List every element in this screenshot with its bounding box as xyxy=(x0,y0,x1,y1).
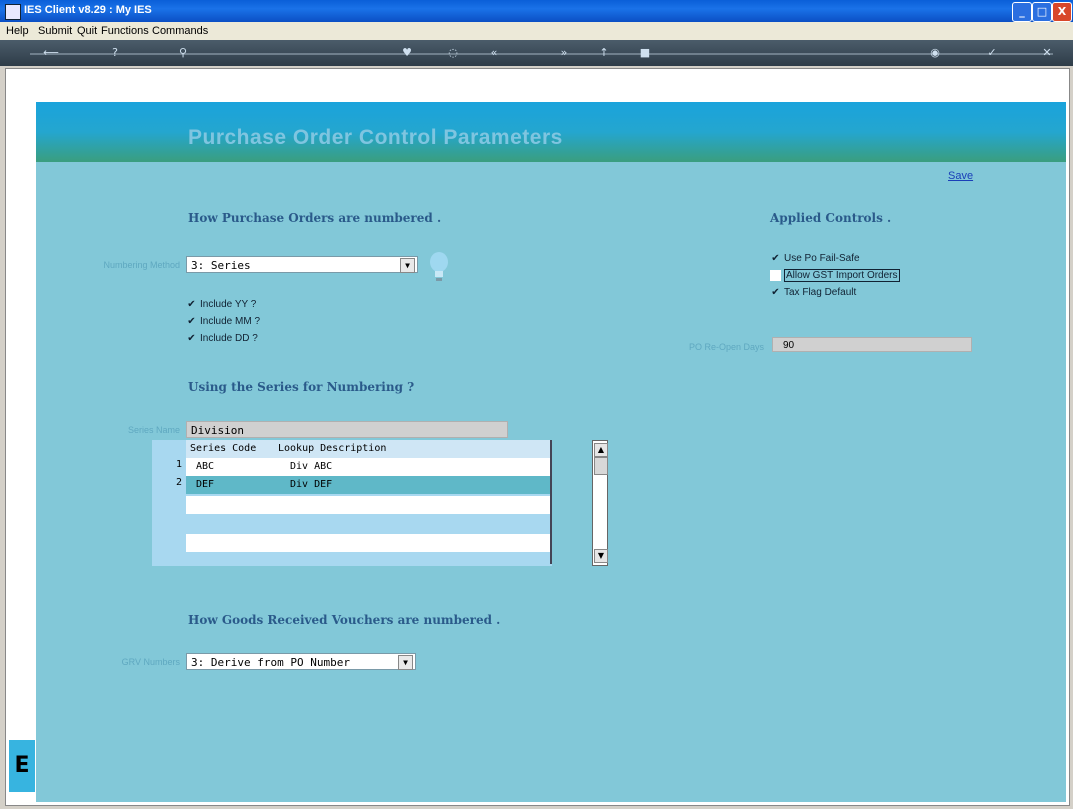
heart-icon[interactable]: ♥ xyxy=(400,47,414,59)
scroll-thumb[interactable] xyxy=(594,457,608,475)
grv-heading: How Goods Received Vouchers are numbered… xyxy=(188,613,501,627)
save-link[interactable]: Save xyxy=(948,170,973,182)
check-icon[interactable]: ✓ xyxy=(985,47,999,59)
page-title: Purchase Order Control Parameters xyxy=(188,126,563,149)
row-number: 1 xyxy=(175,459,182,470)
minimize-button[interactable]: _ xyxy=(1012,2,1032,22)
include-yy-label: Include YY ? xyxy=(200,299,257,311)
app-icon xyxy=(5,4,21,20)
chevron-down-icon[interactable]: ▼ xyxy=(398,655,413,670)
empty-checkbox-icon xyxy=(770,270,781,281)
series-name-label: Series Name xyxy=(127,425,180,435)
fail-safe-label: Use Po Fail-Safe xyxy=(784,253,860,265)
tax-flag-label: Tax Flag Default xyxy=(784,287,857,299)
include-dd-label: Include DD ? xyxy=(200,333,258,345)
close-icon[interactable]: ✕ xyxy=(1040,47,1054,59)
fail-safe-checkbox[interactable]: ✔ Use Po Fail-Safe xyxy=(770,253,860,265)
menu-commands[interactable]: Commands xyxy=(152,25,208,37)
series-grid-scrollbar[interactable]: ▲ ▼ xyxy=(592,440,608,566)
menu-submit[interactable]: Submit xyxy=(38,25,72,37)
series-name-field[interactable]: Division xyxy=(186,421,508,438)
search-icon[interactable]: ⚲ xyxy=(176,47,190,59)
reopen-days-label: PO Re-Open Days xyxy=(688,342,764,352)
camera-icon[interactable]: ◉ xyxy=(928,47,942,59)
gst-import-checkbox[interactable]: Allow GST Import Orders xyxy=(770,269,900,283)
checkmark-icon: ✔ xyxy=(187,316,196,327)
grv-numbers-label: GRV Numbers xyxy=(121,657,180,667)
series-code-cell: ABC xyxy=(196,461,215,472)
grv-numbers-value: 3: Derive from PO Number xyxy=(191,656,350,669)
checkmark-icon: ✔ xyxy=(771,287,780,298)
include-yy-checkbox[interactable]: ✔ Include YY ? xyxy=(186,299,256,310)
scroll-down-icon[interactable]: ▼ xyxy=(594,549,608,563)
po-numbering-heading: How Purchase Orders are numbered . xyxy=(188,211,442,225)
left-badge[interactable]: E xyxy=(9,740,35,792)
table-row[interactable] xyxy=(186,496,550,514)
numbering-method-select[interactable]: 3: Series ▼ xyxy=(186,256,418,273)
lookup-description-cell: Div ABC xyxy=(290,461,333,472)
series-heading: Using the Series for Numbering ? xyxy=(188,380,415,394)
applied-controls-heading: Applied Controls . xyxy=(770,211,892,225)
scroll-up-icon[interactable]: ▲ xyxy=(594,443,608,457)
row-number: 2 xyxy=(175,477,182,488)
numbering-method-label: Numbering Method xyxy=(103,260,180,270)
series-code-cell: DEF xyxy=(196,479,215,490)
lookup-description-cell: Div DEF xyxy=(290,479,333,490)
help-icon[interactable]: ? xyxy=(108,47,122,59)
window-title: IES Client v8.29 : My IES xyxy=(24,4,152,16)
grv-numbers-select[interactable]: 3: Derive from PO Number ▼ xyxy=(186,653,416,670)
menu-help[interactable]: Help xyxy=(6,25,29,37)
include-dd-checkbox[interactable]: ✔ Include DD ? xyxy=(186,333,258,344)
chevron-down-icon[interactable]: ▼ xyxy=(400,258,415,273)
menu-bar: Help Submit Quit Functions Commands xyxy=(0,22,1073,41)
table-row[interactable]: ABC Div ABC xyxy=(186,458,550,476)
table-row[interactable] xyxy=(186,534,550,552)
rewind-icon[interactable]: « xyxy=(487,47,501,59)
maximize-button[interactable]: □ xyxy=(1032,2,1052,22)
include-mm-checkbox[interactable]: ✔ Include MM ? xyxy=(186,316,260,327)
left-panel xyxy=(7,70,33,800)
toolbar: ⟵ ? ⚲ ♥ ◌ « » ↑ ■ ◉ ✓ ✕ xyxy=(0,40,1073,66)
menu-functions[interactable]: Functions xyxy=(101,25,149,37)
grid-divider xyxy=(550,440,552,564)
checkmark-icon: ✔ xyxy=(187,299,196,310)
tax-flag-checkbox[interactable]: ✔ Tax Flag Default xyxy=(770,287,856,298)
numbering-method-value: 3: Series xyxy=(191,259,251,272)
gst-import-label: Allow GST Import Orders xyxy=(784,269,900,283)
up-icon[interactable]: ↑ xyxy=(597,47,611,59)
window-titlebar: IES Client v8.29 : My IES _ □ X xyxy=(0,0,1073,22)
menu-quit[interactable]: Quit xyxy=(77,25,97,37)
table-row[interactable] xyxy=(186,516,550,534)
col-series-code[interactable]: Series Code xyxy=(190,440,256,458)
circle-icon[interactable]: ◌ xyxy=(446,47,460,59)
series-grid-header: Series Code Lookup Description xyxy=(186,440,550,458)
lightbulb-icon[interactable] xyxy=(429,251,449,283)
include-mm-label: Include MM ? xyxy=(200,316,261,328)
square-icon[interactable]: ■ xyxy=(638,47,652,59)
checkmark-icon: ✔ xyxy=(771,253,780,264)
col-lookup-description[interactable]: Lookup Description xyxy=(278,440,386,458)
close-window-button[interactable]: X xyxy=(1052,2,1072,22)
back-arrow-icon[interactable]: ⟵ xyxy=(38,47,64,59)
page-header: Purchase Order Control Parameters xyxy=(36,102,1066,162)
reopen-days-field[interactable]: 90 xyxy=(772,337,972,352)
forward-icon[interactable]: » xyxy=(557,47,571,59)
table-row[interactable]: DEF Div DEF xyxy=(186,476,550,494)
checkmark-icon: ✔ xyxy=(187,333,196,344)
